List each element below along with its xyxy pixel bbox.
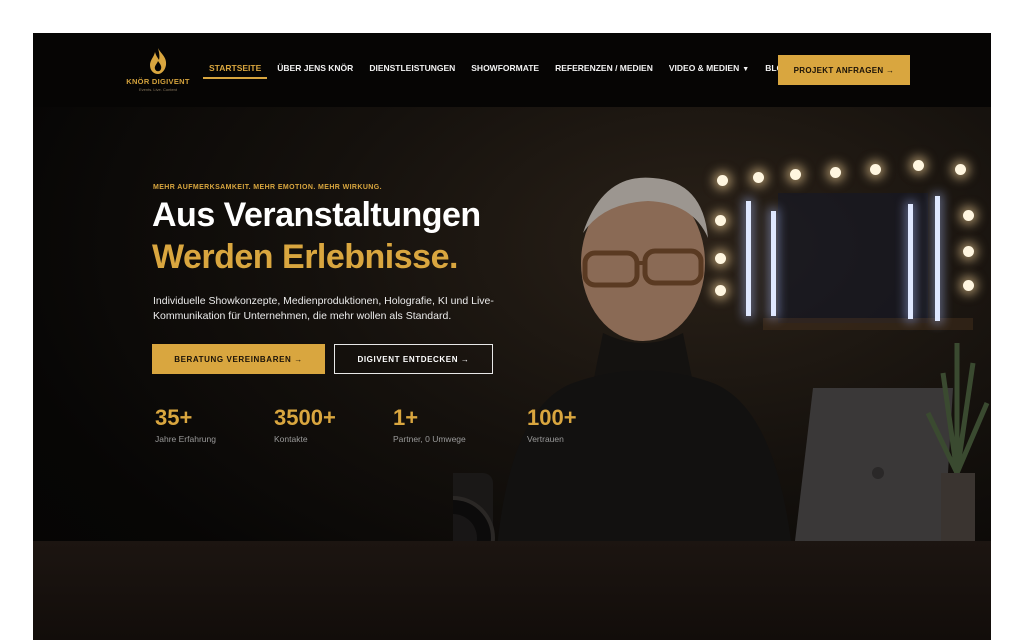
nav-item-referenzen-medien[interactable]: REFERENZEN / MEDIEN	[555, 63, 653, 73]
stat-label: Partner, 0 Umwege	[393, 434, 466, 444]
hero-title-line1: Aus Veranstaltungen	[152, 196, 481, 234]
hero-eyebrow: MEHR AUFMERKSAMKEIT. MEHR EMOTION. MEHR …	[153, 184, 382, 191]
brand-tagline: Events. Live. Content	[138, 87, 178, 92]
stat-value: 100+	[527, 405, 577, 430]
stat-label: Vertrauen	[527, 434, 564, 444]
nav-label: ÜBER JENS KNÖR	[277, 63, 354, 73]
stat-value: 1+	[393, 405, 419, 430]
nav-item-dienstleistungen[interactable]: DIENSTLEISTUNGEN	[369, 63, 455, 73]
discover-digivent-button[interactable]: DIGIVENT ENTDECKEN →	[334, 344, 493, 374]
brand-logo[interactable]: KNÖR DIGIVENT Events. Live. Content	[123, 47, 193, 93]
stat-partner: 1+ Partner, 0 Umwege	[393, 405, 466, 444]
stat-contacts: 3500+ Kontakte	[274, 405, 336, 444]
nav-item-ueber-jens-knoer[interactable]: ÜBER JENS KNÖR	[277, 63, 353, 73]
hero-section: KNÖR DIGIVENT Events. Live. Content STAR…	[33, 33, 991, 640]
plant-decoration	[925, 343, 990, 543]
desk	[33, 541, 991, 640]
project-request-button[interactable]: PROJEKT ANFRAGEN →	[778, 55, 910, 85]
nav-item-startseite[interactable]: STARTSEITE	[202, 63, 268, 79]
nav-label: SHOWFORMATE	[471, 63, 540, 73]
nav-label: STARTSEITE	[209, 63, 262, 73]
stat-value: 3500+	[274, 405, 336, 430]
brand-name: KNÖR DIGIVENT	[126, 77, 190, 86]
stat-value: 35+	[155, 405, 193, 430]
stat-label: Jahre Erfahrung	[155, 434, 216, 444]
nav-item-video-medien[interactable]: VIDEO & MEDIEN ▼	[669, 63, 749, 73]
hero-description: Individuelle Showkonzepte, Medienprodukt…	[153, 295, 494, 322]
top-navigation: KNÖR DIGIVENT Events. Live. Content STAR…	[33, 33, 991, 107]
nav-item-showformate[interactable]: SHOWFORMATE	[471, 63, 539, 73]
stat-trust: 100+ Vertrauen	[527, 405, 577, 444]
nav-label: REFERENZEN / MEDIEN	[555, 63, 653, 73]
nav-label: DIENSTLEISTUNGEN	[369, 63, 456, 73]
stat-label: Kontakte	[274, 434, 308, 444]
consultation-button[interactable]: BERATUNG VEREINBAREN →	[152, 344, 325, 374]
main-menu: STARTSEITE ÜBER JENS KNÖR DIENSTLEISTUNG…	[202, 63, 816, 79]
nav-label: VIDEO & MEDIEN	[668, 63, 740, 73]
flame-icon	[150, 48, 167, 74]
chevron-down-icon: ▼	[742, 66, 750, 73]
stat-experience: 35+ Jahre Erfahrung	[155, 405, 216, 444]
hero-title-line2: Werden Erlebnisse.	[152, 238, 458, 276]
